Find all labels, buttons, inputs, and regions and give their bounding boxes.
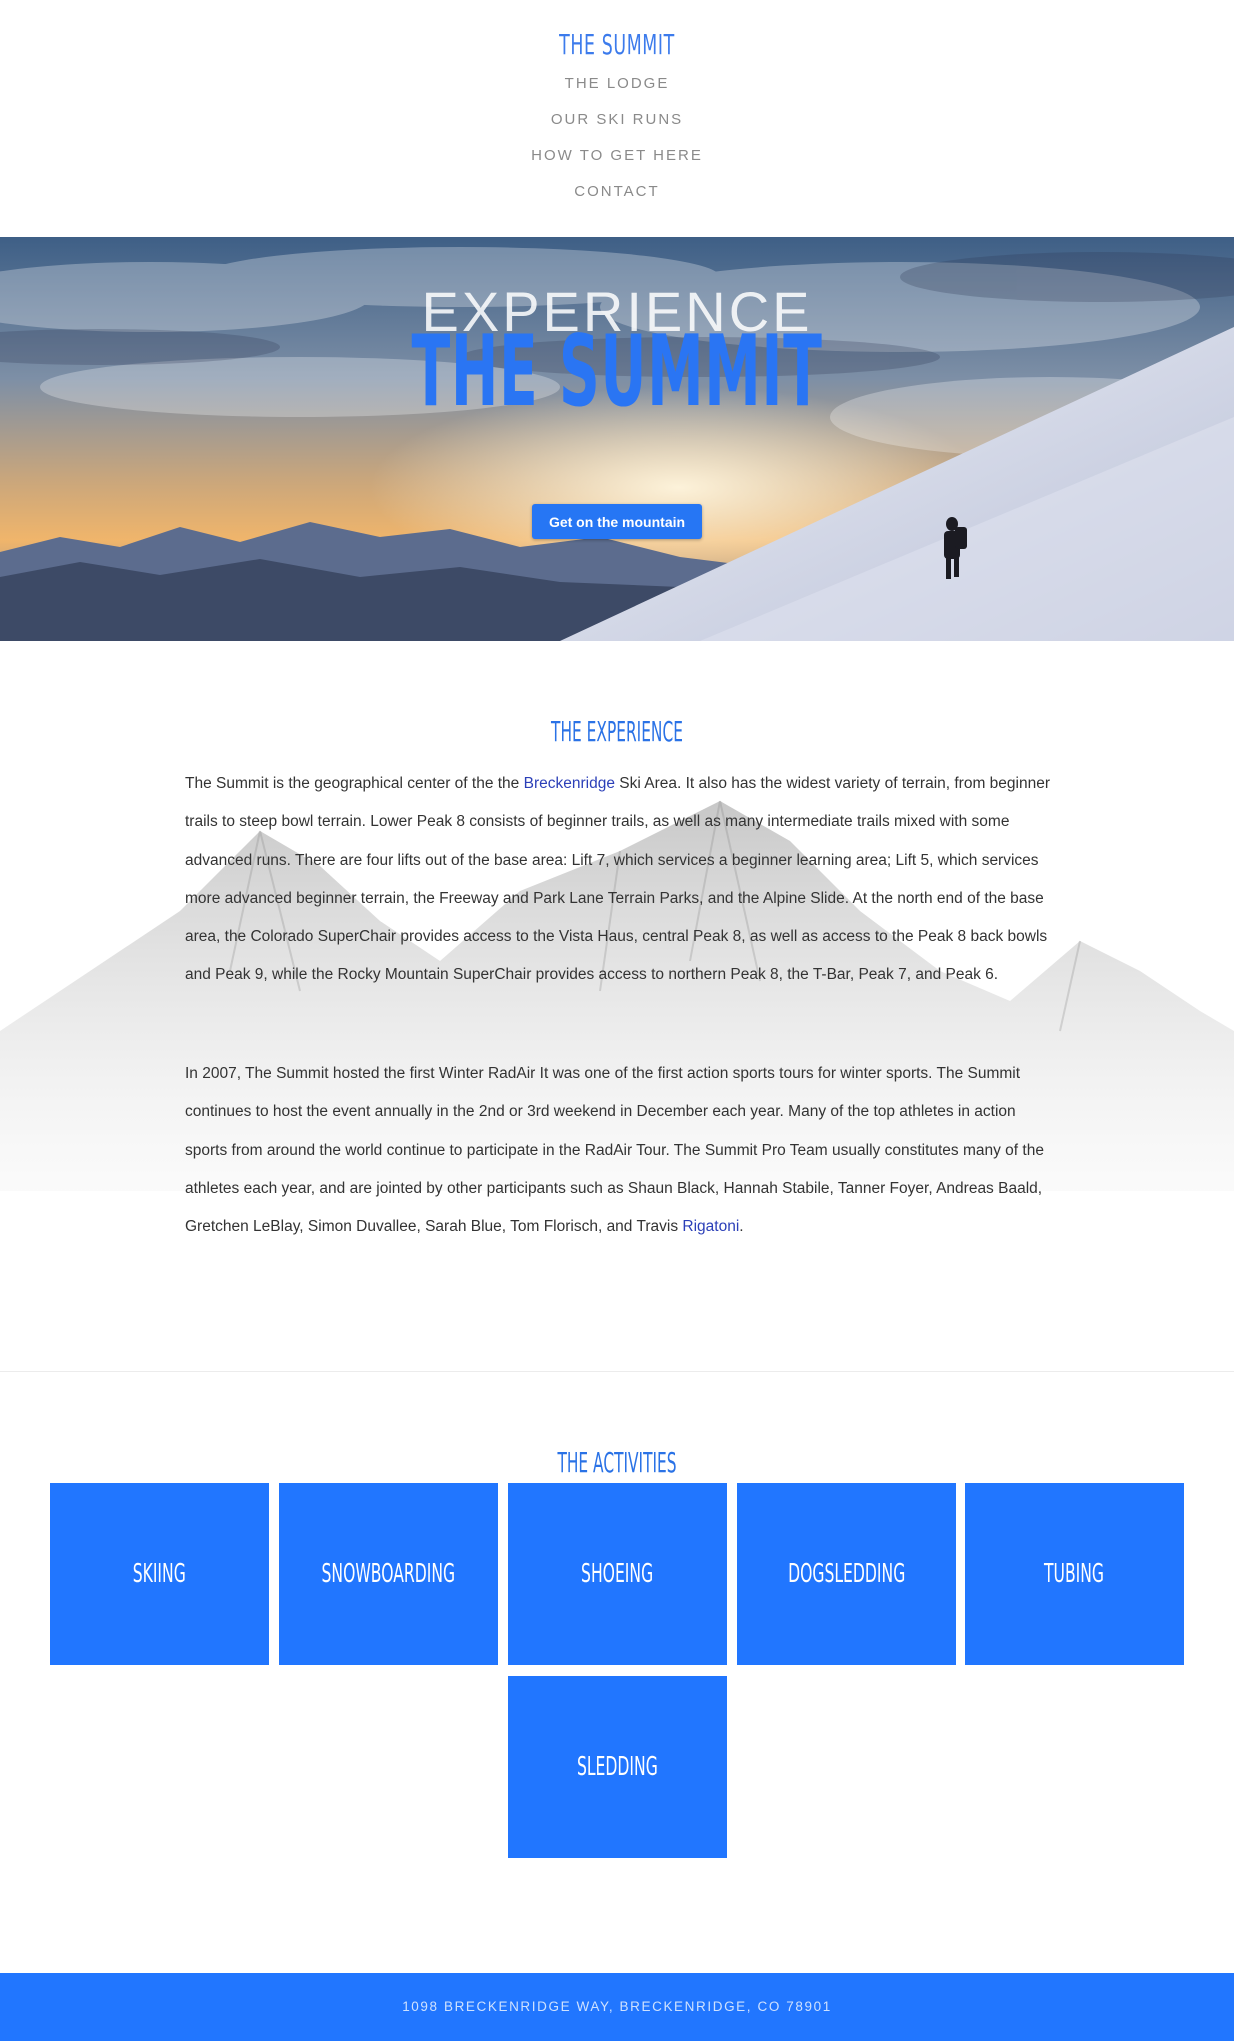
hero-banner: EXPERIENCE THE SUMMIT Get on the mountai… bbox=[0, 237, 1234, 641]
experience-paragraph-1: The Summit is the geographical center of… bbox=[185, 765, 1051, 995]
footer-address: 1098 BRECKENRIDGE WAY, BRECKENRIDGE, CO … bbox=[402, 1999, 832, 2014]
rigatoni-link[interactable]: Rigatoni bbox=[682, 1218, 739, 1235]
activity-label: SHOEING bbox=[581, 1559, 654, 1589]
experience-section: THE EXPERIENCE The Summit is the geograp… bbox=[0, 641, 1234, 1371]
activity-tile-skiing[interactable]: SKIING bbox=[50, 1483, 269, 1665]
brand-logo[interactable]: THE SUMMIT bbox=[234, 28, 999, 61]
experience-text: Ski Area. It also has the widest variety… bbox=[185, 775, 1051, 984]
activity-tile-snowboarding[interactable]: SNOWBOARDING bbox=[279, 1483, 498, 1665]
activity-tile-dogsledding[interactable]: DOGSLEDDING bbox=[737, 1483, 956, 1665]
experience-title: THE EXPERIENCE bbox=[551, 715, 683, 748]
main-nav: THE LODGE OUR SKI RUNS HOW TO GET HERE C… bbox=[0, 72, 1234, 216]
nav-item-how-to-get-here[interactable]: HOW TO GET HERE bbox=[0, 144, 1234, 180]
get-on-mountain-button[interactable]: Get on the mountain bbox=[532, 504, 702, 539]
activity-tile-shoeing[interactable]: SHOEING bbox=[508, 1483, 727, 1665]
activity-label: SLEDDING bbox=[577, 1752, 658, 1782]
experience-paragraph-2: In 2007, The Summit hosted the first Win… bbox=[185, 1055, 1051, 1246]
site-footer: 1098 BRECKENRIDGE WAY, BRECKENRIDGE, CO … bbox=[0, 1973, 1234, 2041]
section-divider bbox=[0, 1371, 1234, 1372]
activity-tile-tubing[interactable]: TUBING bbox=[965, 1483, 1184, 1665]
activity-label: SNOWBOARDING bbox=[321, 1559, 456, 1589]
activity-label: SKIING bbox=[132, 1559, 187, 1589]
activity-tile-sledding[interactable]: SLEDDING bbox=[508, 1676, 727, 1858]
nav-item-ski-runs[interactable]: OUR SKI RUNS bbox=[0, 108, 1234, 144]
nav-item-lodge[interactable]: THE LODGE bbox=[0, 72, 1234, 108]
experience-text: . bbox=[739, 1218, 744, 1236]
experience-text: The Summit is the geographical center of… bbox=[185, 775, 524, 792]
hero-title: THE SUMMIT bbox=[411, 315, 823, 429]
activities-title: THE ACTIVITIES bbox=[557, 1446, 677, 1479]
site-header: THE SUMMIT THE LODGE OUR SKI RUNS HOW TO… bbox=[0, 0, 1234, 237]
activity-label: DOGSLEDDING bbox=[787, 1559, 906, 1589]
activity-label: TUBING bbox=[1044, 1559, 1105, 1589]
nav-item-contact[interactable]: CONTACT bbox=[0, 180, 1234, 216]
breckenridge-link[interactable]: Breckenridge bbox=[524, 775, 615, 792]
experience-text: In 2007, The Summit hosted the first Win… bbox=[185, 1065, 1044, 1236]
